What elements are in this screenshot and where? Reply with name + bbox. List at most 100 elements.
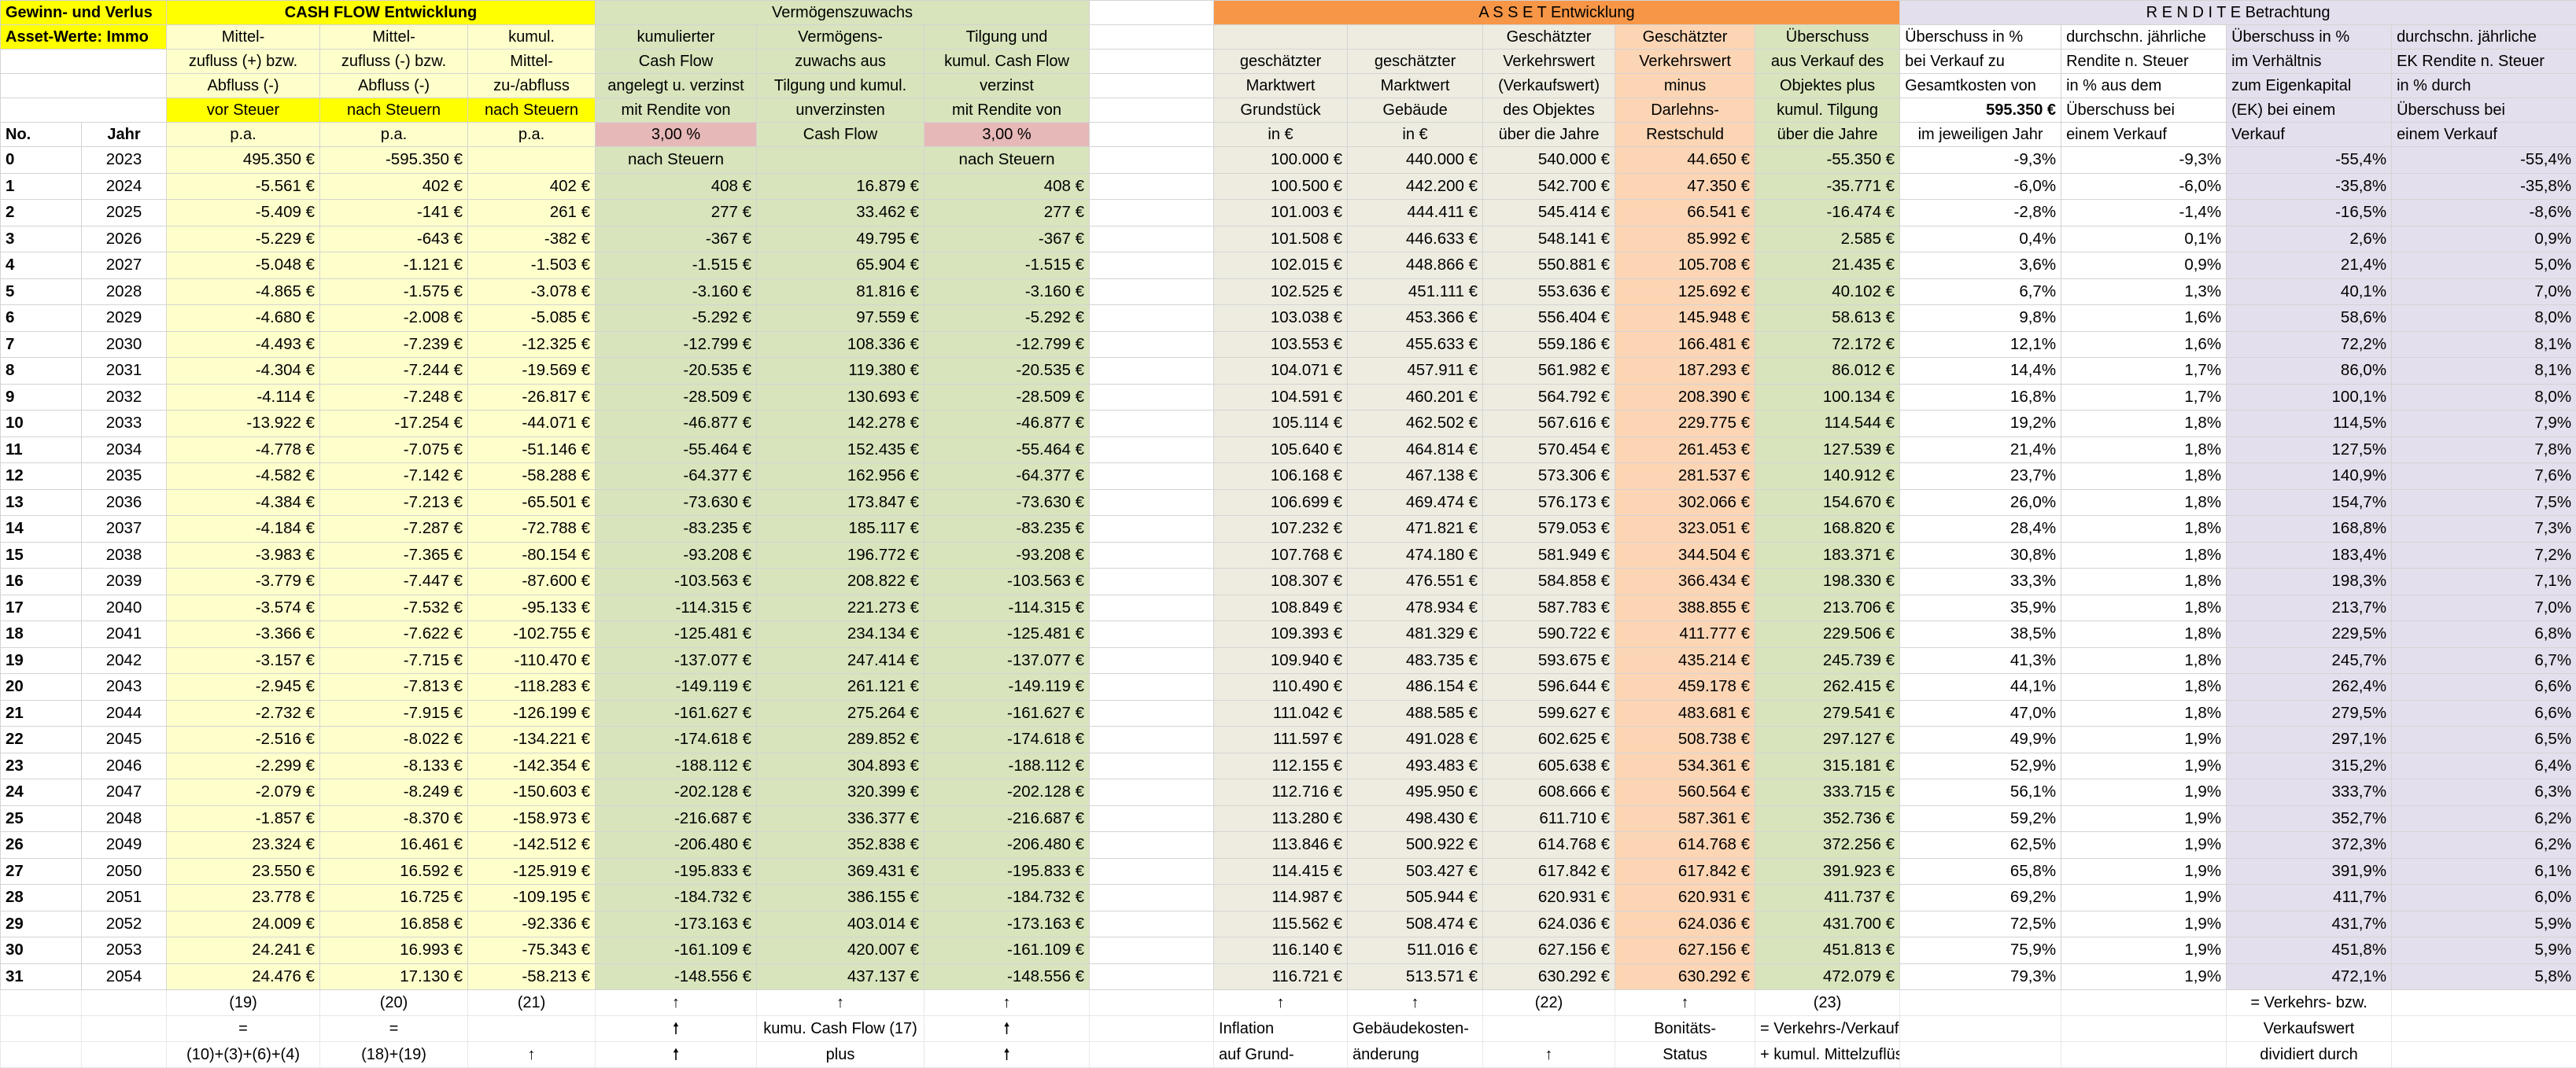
cell-r3[interactable]: 58,6% [2227,305,2392,332]
cell-g[interactable]: 112.716 € [1214,779,1348,806]
cell-c[interactable]: -65.501 € [468,489,596,516]
cell-a[interactable]: -3.574 € [167,595,320,621]
cell-e[interactable]: 304.893 € [757,753,924,779]
cell-c[interactable]: -382 € [468,226,596,252]
cell-r4[interactable]: 7,0% [2392,595,2576,621]
cell-e[interactable]: 119.380 € [757,358,924,385]
cell-a[interactable]: 24.476 € [167,963,320,990]
cell-b[interactable]: -7.142 € [320,463,468,490]
cell-r2[interactable]: 1,9% [2061,858,2227,885]
hdr-r3-3[interactable]: zum Eigenkapital [2227,74,2392,98]
cell-r1[interactable]: 65,8% [1900,858,2061,885]
empty-cell[interactable] [1090,1016,1214,1042]
cell-i[interactable]: 550.881 € [1483,252,1615,279]
cell-e[interactable]: 352.838 € [757,832,924,859]
cell-r2[interactable]: -9,3% [2061,147,2227,174]
cell-g[interactable]: 107.768 € [1214,542,1348,569]
hdr-mwgs-3[interactable]: Grundstück [1214,98,1348,123]
cell-k[interactable]: 154.670 € [1755,489,1900,516]
cell-k[interactable]: 213.706 € [1755,595,1900,621]
cell-k[interactable]: 140.912 € [1755,463,1900,490]
cell-b[interactable]: 16.858 € [320,911,468,937]
cell-r3[interactable]: 86,0% [2227,358,2392,385]
cell-k[interactable]: 114.544 € [1755,411,1900,437]
cell-r1[interactable]: -6,0% [1900,173,2061,200]
empty-cell[interactable] [1090,911,1214,937]
hdr-ue-4[interactable]: kumul. Tilgung [1755,98,1900,123]
cell-i[interactable]: 576.173 € [1483,489,1615,516]
cell-r1[interactable]: 26,0% [1900,489,2061,516]
cell-f[interactable]: nach Steuern [924,147,1090,174]
cell-f[interactable]: -184.732 € [924,885,1090,911]
cell-d[interactable]: -149.119 € [596,674,757,701]
cell-d[interactable]: -202.128 € [596,779,757,806]
cell-r4[interactable]: 5,0% [2392,252,2576,279]
empty-cell[interactable] [1090,542,1214,569]
cell-c[interactable]: -126.199 € [468,700,596,727]
hdr-vkwm-5[interactable]: Restschuld [1615,123,1755,147]
cell-r2[interactable]: 1,9% [2061,937,2227,964]
cell-b[interactable]: -8.022 € [320,727,468,753]
cell-r4[interactable]: 8,0% [2392,384,2576,411]
hdr-mwgeb-blank[interactable] [1348,25,1483,50]
cell-jahr[interactable]: 2042 [82,647,167,674]
cell-h[interactable]: 495.950 € [1348,779,1483,806]
cell-r2[interactable]: -1,4% [2061,200,2227,226]
hdr-vkw-2[interactable]: Verkehrswert [1483,50,1615,74]
cell-h[interactable]: 493.483 € [1348,753,1483,779]
hdr-cfverz-4[interactable]: mit Rendite von [596,98,757,123]
cell-r3[interactable]: -16,5% [2227,200,2392,226]
cell-r3[interactable]: 72,2% [2227,331,2392,358]
cell-r1[interactable]: 12,1% [1900,331,2061,358]
note-f[interactable]: 🠕 [924,1016,1090,1042]
cell-r3[interactable]: 127,5% [2227,436,2392,463]
cell-k[interactable]: 297.127 € [1755,727,1900,753]
cell-e[interactable]: 108.336 € [757,331,924,358]
cell-h[interactable]: 508.474 € [1348,911,1483,937]
hdr-mz-nach-1[interactable]: Mittel- [320,25,468,50]
cell-b[interactable]: -2.008 € [320,305,468,332]
cell-r3[interactable]: 154,7% [2227,489,2392,516]
cell-h[interactable]: 455.633 € [1348,331,1483,358]
cell-r1[interactable]: 16,8% [1900,384,2061,411]
cell-k[interactable]: 315.181 € [1755,753,1900,779]
hdr-r4-3[interactable]: in % durch [2392,74,2576,98]
cell-r4[interactable]: 6,6% [2392,674,2576,701]
cell-r4[interactable]: 6,8% [2392,621,2576,648]
cell-r4[interactable]: 6,1% [2392,858,2576,885]
cell-k[interactable]: 183.371 € [1755,542,1900,569]
empty-cell[interactable] [1090,516,1214,543]
empty-cell[interactable] [1090,50,1214,74]
cell-j[interactable]: 560.564 € [1615,779,1755,806]
cell-no[interactable]: 30 [1,937,82,964]
cell-no[interactable]: 27 [1,858,82,885]
hdr-r2-5[interactable]: einem Verkauf [2061,123,2227,147]
cell-r4[interactable]: 8,0% [2392,305,2576,332]
cell-a[interactable]: 495.350 € [167,147,320,174]
cell-r4[interactable]: 7,3% [2392,516,2576,543]
cell-jahr[interactable]: 2036 [82,489,167,516]
cell-b[interactable]: -8.249 € [320,779,468,806]
cell-no[interactable]: 20 [1,674,82,701]
hdr-mz-nach-2[interactable]: zufluss (-) bzw. [320,50,468,74]
cell-h[interactable]: 503.427 € [1348,858,1483,885]
section-vermoegenszuwachs[interactable]: Vermögenszuwachs [596,1,1090,25]
cell-r3[interactable]: 21,4% [2227,252,2392,279]
cell-c[interactable]: -58.213 € [468,963,596,990]
cell-b[interactable]: -1.575 € [320,278,468,305]
hdr-vkwm-4[interactable]: Darlehns- [1615,98,1755,123]
cell-f[interactable]: -367 € [924,226,1090,252]
cell-h[interactable]: 511.016 € [1348,937,1483,964]
cell-r2[interactable]: 1,8% [2061,463,2227,490]
empty-cell[interactable] [1090,647,1214,674]
cell-a[interactable]: -4.865 € [167,278,320,305]
cell-r2[interactable]: 1,8% [2061,436,2227,463]
cell-c[interactable] [468,147,596,174]
cell-r2[interactable]: 1,8% [2061,489,2227,516]
empty-cell[interactable] [1090,200,1214,226]
hdr-mwgeb-1[interactable]: geschätzter [1348,50,1483,74]
cell-r1[interactable]: 30,8% [1900,542,2061,569]
cell-e[interactable]: 130.693 € [757,384,924,411]
cell-h[interactable]: 500.922 € [1348,832,1483,859]
cell-j[interactable]: 66.541 € [1615,200,1755,226]
